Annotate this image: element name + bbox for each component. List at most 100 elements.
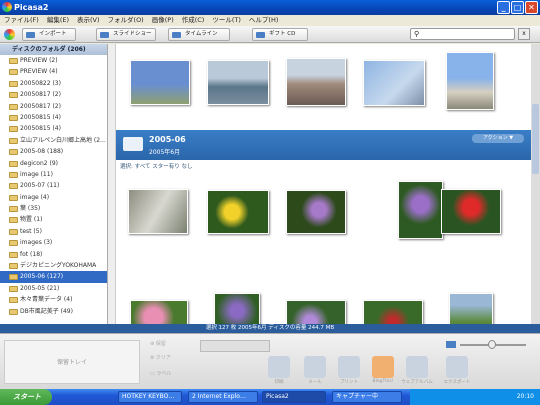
sidebar-header[interactable]: ディスクのフォルダ (206) bbox=[0, 44, 107, 55]
sidebar-folder-item[interactable]: 2005-06 (127) bbox=[0, 271, 107, 283]
label-button[interactable]: ▭ ラベル bbox=[150, 370, 190, 378]
folder-label: 20050815 (4) bbox=[20, 113, 61, 121]
folder-name: 2005-06 bbox=[149, 135, 186, 144]
email-label: メール bbox=[308, 380, 322, 385]
sidebar-folder-item[interactable]: 物置 (1) bbox=[0, 214, 107, 225]
email-icon[interactable] bbox=[304, 356, 326, 378]
upload-icon[interactable] bbox=[406, 356, 428, 378]
folder-icon bbox=[9, 274, 18, 281]
photo-thumbnail[interactable] bbox=[207, 60, 269, 105]
sidebar-folder-item[interactable]: 20050822 (3) bbox=[0, 78, 107, 89]
photo-thumbnail[interactable] bbox=[130, 60, 190, 105]
menu-folder[interactable]: フォルダ(O) bbox=[104, 15, 148, 26]
folder-label: 木々青葉データ (4) bbox=[20, 296, 73, 304]
folder-icon bbox=[9, 263, 18, 270]
blogthis-icon[interactable] bbox=[372, 356, 394, 378]
taskbar-item[interactable]: HOTKEY KEYBO… bbox=[118, 391, 182, 403]
zoom-icon bbox=[446, 341, 456, 348]
sidebar-folder-item[interactable]: images (3) bbox=[0, 237, 107, 248]
sidebar-folder-item[interactable]: デジカピニングYOKOHAMA bbox=[0, 260, 107, 271]
sidebar-folder-item[interactable]: 2005-07 (11) bbox=[0, 180, 107, 191]
slideshow-button[interactable]: スライドショー bbox=[96, 28, 156, 41]
menu-create[interactable]: 作成(C) bbox=[178, 15, 209, 26]
clear-search-button[interactable]: x bbox=[518, 28, 530, 40]
sidebar-folder-item[interactable]: 2005-05 (21) bbox=[0, 283, 107, 294]
taskbar-item[interactable]: 2 Internet Explo… bbox=[188, 391, 258, 403]
search-input[interactable]: ⚲ bbox=[410, 28, 515, 40]
minimize-button[interactable]: _ bbox=[497, 1, 510, 14]
folder-label: 20050817 (2) bbox=[20, 91, 61, 99]
rotate-controls[interactable] bbox=[200, 340, 270, 352]
folder-label: 2005-05 (21) bbox=[20, 284, 60, 292]
folder-label: 20050815 (4) bbox=[20, 125, 61, 133]
photo-thumbnail[interactable] bbox=[130, 300, 188, 324]
photo-thumbnail[interactable] bbox=[449, 293, 493, 324]
timeline-button[interactable]: タイムライン bbox=[168, 28, 230, 41]
start-button[interactable]: スタート bbox=[0, 389, 52, 405]
import-button[interactable]: インポート bbox=[22, 28, 76, 41]
folder-label: 2005-06 (127) bbox=[20, 273, 64, 281]
bottom-tray: 保留トレイ ⊕ 保留 ⊗ クリア ▭ ラベル 印刷 メール プリント BlogT… bbox=[0, 333, 540, 389]
folder-icon bbox=[9, 149, 18, 156]
sidebar-folder-item[interactable]: 立山アルペン白川郷上高地 (2… bbox=[0, 135, 107, 146]
menu-edit[interactable]: 編集(E) bbox=[43, 15, 73, 26]
folder-label: PREVIEW (2) bbox=[20, 57, 58, 64]
sidebar-folder-item[interactable]: 20050815 (4) bbox=[0, 123, 107, 134]
sidebar-folder-item[interactable]: 2005-08 (188) bbox=[0, 146, 107, 157]
order-prints-icon[interactable] bbox=[338, 356, 360, 378]
hold-button[interactable]: ⊕ 保留 bbox=[150, 340, 190, 348]
photo-thumbnail[interactable] bbox=[363, 300, 423, 324]
selection-links[interactable]: 選択: すべて スター有り なし bbox=[120, 162, 193, 170]
taskbar-item[interactable]: Picasa2 bbox=[262, 391, 326, 403]
photo-thumbnail[interactable] bbox=[398, 181, 443, 239]
sidebar-folder-item[interactable]: test (5) bbox=[0, 226, 107, 237]
photo-thumbnail[interactable] bbox=[128, 189, 188, 234]
sidebar-folder-item[interactable]: 葉 (35) bbox=[0, 203, 107, 214]
sidebar-folder-item[interactable]: 20050817 (2) bbox=[0, 101, 107, 112]
folder-icon bbox=[9, 297, 18, 304]
photo-thumbnail[interactable] bbox=[286, 58, 346, 106]
scrollbar-thumb[interactable] bbox=[532, 104, 539, 174]
menu-picture[interactable]: 画像(P) bbox=[148, 15, 178, 26]
photo-thumbnail[interactable] bbox=[286, 300, 346, 324]
maximize-button[interactable]: □ bbox=[511, 1, 524, 14]
library-scrollbar[interactable] bbox=[531, 44, 540, 324]
sidebar-folder-item[interactable]: PREVIEW (4) bbox=[0, 66, 107, 77]
photo-thumbnail[interactable] bbox=[286, 190, 346, 234]
sidebar-folder-item[interactable]: image (4) bbox=[0, 192, 107, 203]
folder-label: デジカピニングYOKOHAMA bbox=[20, 262, 97, 270]
photo-thumbnail[interactable] bbox=[363, 60, 425, 106]
print-icon[interactable] bbox=[268, 356, 290, 378]
export-icon[interactable] bbox=[446, 356, 468, 378]
action-button[interactable]: アクション ▼ bbox=[472, 134, 524, 143]
photo-tray[interactable]: 保留トレイ bbox=[4, 340, 140, 384]
folder-label: 20050822 (3) bbox=[20, 79, 61, 87]
sidebar-folder-item[interactable]: DB市風記美子 (49) bbox=[0, 306, 107, 317]
menu-tools[interactable]: ツール(T) bbox=[208, 15, 245, 26]
gift-cd-button[interactable]: ギフト CD bbox=[252, 28, 308, 41]
sidebar-folder-item[interactable]: 20050815 (4) bbox=[0, 112, 107, 123]
menu-help[interactable]: ヘルプ(H) bbox=[245, 15, 282, 26]
folder-icon bbox=[9, 194, 18, 201]
sidebar-scrollbar[interactable] bbox=[108, 44, 116, 324]
sidebar-folder-item[interactable]: PREVIEW (2) bbox=[0, 55, 107, 66]
sidebar-folder-item[interactable]: 木々青葉データ (4) bbox=[0, 294, 107, 305]
folder-icon bbox=[123, 137, 143, 151]
menu-view[interactable]: 表示(V) bbox=[73, 15, 104, 26]
menu-file[interactable]: ファイル(F) bbox=[0, 15, 43, 26]
sidebar-folder-item[interactable]: degicon2 (9) bbox=[0, 158, 107, 169]
photo-thumbnail[interactable] bbox=[214, 293, 260, 324]
close-button[interactable]: ✕ bbox=[525, 1, 538, 14]
clear-button[interactable]: ⊗ クリア bbox=[150, 354, 190, 362]
photo-thumbnail[interactable] bbox=[446, 52, 494, 110]
sidebar-folder-item[interactable]: image (11) bbox=[0, 169, 107, 180]
folder-label: fot (18) bbox=[20, 250, 43, 258]
folder-label: test (5) bbox=[20, 227, 42, 235]
photo-thumbnail[interactable] bbox=[441, 189, 501, 234]
sidebar-folder-item[interactable]: 20050817 (2) bbox=[0, 89, 107, 100]
zoom-slider-handle[interactable] bbox=[488, 340, 496, 349]
photo-thumbnail[interactable] bbox=[207, 190, 269, 234]
sidebar-folder-item[interactable]: fot (18) bbox=[0, 249, 107, 260]
taskbar-item[interactable]: キャプチャー中 bbox=[332, 391, 402, 403]
import-icon bbox=[26, 32, 35, 38]
